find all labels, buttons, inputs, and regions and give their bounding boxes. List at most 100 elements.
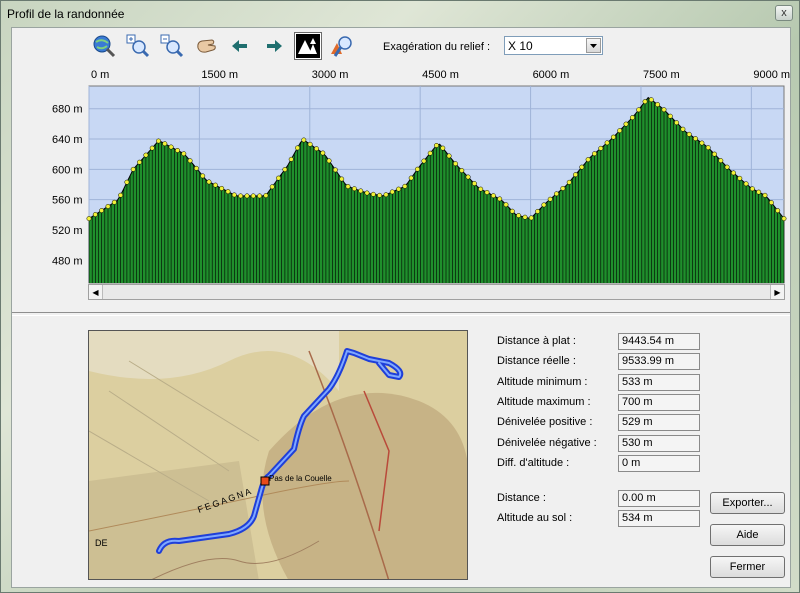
globe-magnifier-icon [93, 35, 116, 58]
toolbar [90, 32, 370, 62]
elevation-point [238, 193, 244, 199]
profile-window: Profil de la randonnée x Exagération du … [0, 0, 800, 593]
elevation-point [295, 145, 300, 151]
close-dialog-button[interactable]: Fermer [710, 556, 785, 578]
elevation-point [516, 213, 522, 218]
elevation-point [648, 97, 654, 103]
elevation-point [307, 141, 313, 147]
elevation-point [162, 141, 168, 147]
elevation-point [566, 179, 572, 185]
scroll-right-icon[interactable]: ▶ [770, 285, 784, 299]
elevation-point [636, 107, 642, 113]
elevation-point [118, 192, 124, 198]
arrow-left-icon [232, 40, 247, 52]
x-tick-label: 1500 m [201, 69, 238, 81]
elevation-point [535, 208, 541, 214]
elevation-point [674, 120, 680, 126]
stat-value: 530 m [618, 435, 700, 452]
elevation-point [775, 208, 781, 214]
elevation-point [610, 134, 616, 140]
elevation-point [724, 164, 730, 170]
elevation-point [623, 121, 629, 127]
elevation-point [288, 156, 294, 162]
stat-label: Altitude maximum : [497, 396, 591, 408]
elevation-point [686, 131, 692, 137]
elevation-point [667, 113, 673, 119]
elevation-point [257, 193, 263, 199]
close-button[interactable]: x [775, 5, 793, 21]
elevation-point [143, 152, 149, 158]
elevation-point [339, 176, 345, 182]
elevation-point [244, 193, 250, 199]
elevation-point [219, 185, 225, 191]
mountain-trees-icon [296, 34, 320, 58]
elevation-point [509, 208, 515, 214]
elevation-point [111, 199, 117, 205]
zoom-in-icon [126, 34, 150, 58]
pan-button[interactable] [192, 32, 220, 60]
route-map[interactable]: Pas de la Couelle FEGAGNA DE [88, 330, 468, 580]
y-tick-label: 600 m [52, 164, 83, 176]
elevation-point [743, 181, 749, 187]
elevation-point [231, 192, 237, 198]
arrow-right-icon [267, 40, 282, 52]
stat-value: 9443.54 m [618, 333, 700, 350]
elevation-point [598, 145, 604, 151]
stat-value: 9533.99 m [618, 353, 700, 370]
window-title: Profil de la randonnée [7, 7, 125, 21]
elevation-point [434, 142, 439, 148]
y-tick-label: 640 m [52, 134, 83, 146]
elevation-point [181, 151, 187, 157]
zoom-in-button[interactable] [124, 32, 152, 60]
y-tick-label: 480 m [52, 255, 83, 267]
elevation-point [768, 200, 774, 206]
elevation-point [326, 158, 332, 164]
elevation-point [471, 181, 477, 186]
cursor-value: 0.00 m [618, 490, 700, 507]
elevation-point [276, 175, 281, 181]
relief-exaggeration-select[interactable]: X 10 [504, 36, 603, 55]
elevation-point [200, 173, 206, 179]
elevation-point [737, 175, 743, 181]
elevation-point [212, 182, 218, 188]
elevation-profile-chart[interactable]: 0 m 1500 m 3000 m 4500 m 6000 m 7500 m 9000 m 4… [12, 62, 790, 284]
elevation-point [389, 189, 395, 195]
elevation-point [301, 137, 307, 143]
elevation-point [396, 186, 402, 192]
elevation-point [756, 189, 762, 195]
elevation-point [661, 107, 667, 113]
elevation-point [604, 140, 610, 146]
cursor-value: 534 m [618, 510, 700, 527]
previous-button[interactable] [226, 32, 254, 60]
stat-value: 529 m [618, 414, 700, 431]
chevron-down-icon[interactable] [586, 38, 601, 53]
horizontal-scrollbar[interactable]: ◀ ▶ [88, 284, 785, 300]
elevation-point [541, 202, 547, 208]
map-label-de: DE [95, 538, 108, 548]
next-button[interactable] [260, 32, 288, 60]
elevation-point [149, 145, 155, 151]
elevation-point [358, 188, 364, 194]
zoom-all-button[interactable] [90, 32, 118, 60]
elevation-point [263, 193, 269, 198]
help-button[interactable]: Aide [710, 524, 785, 546]
title-bar[interactable]: Profil de la randonnée x [1, 1, 799, 27]
elevation-point [490, 193, 496, 199]
elevation-point [617, 128, 623, 134]
elevation-point [712, 151, 717, 157]
elevation-point [421, 158, 427, 164]
elevation-point [680, 126, 686, 132]
x-tick-label: 3000 m [312, 69, 349, 81]
elevation-point [206, 179, 212, 185]
terrain-zoom-button[interactable] [328, 32, 356, 60]
zoom-out-button[interactable] [158, 32, 186, 60]
elevation-point [314, 146, 319, 152]
scroll-left-icon[interactable]: ◀ [89, 285, 103, 299]
elevation-point [168, 144, 174, 150]
elevation-point [459, 168, 465, 173]
elevation-point [92, 212, 98, 217]
elevation-point [175, 147, 180, 153]
relief-toggle-button[interactable] [294, 32, 322, 60]
y-tick-label: 560 m [52, 195, 83, 207]
export-button[interactable]: Exporter... [710, 492, 785, 514]
